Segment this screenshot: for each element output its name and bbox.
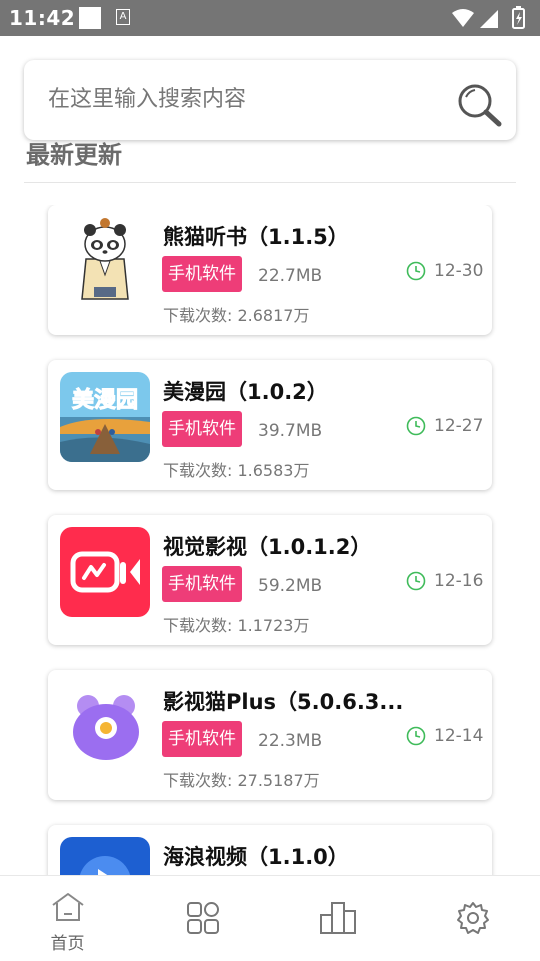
app-size: 22.3MB <box>258 731 323 751</box>
clock-icon <box>406 261 426 281</box>
category-badge: 手机软件 <box>162 256 242 292</box>
nav-settings[interactable] <box>405 876 540 961</box>
notification-a-icon: A <box>116 9 130 25</box>
clock-icon <box>406 416 426 436</box>
app-title[interactable]: 视觉影视（1.0.1.2） <box>163 531 413 561</box>
search-icon[interactable] <box>456 82 502 132</box>
app-card[interactable]: 熊猫听书（1.1.5） 手机软件 22.7MB 12-30 下载次数: 2.68… <box>48 205 492 335</box>
date-group: 12-16 <box>406 571 483 591</box>
status-icons <box>450 6 530 34</box>
ranking-icon <box>319 902 356 934</box>
app-date: 12-27 <box>434 416 484 436</box>
video-camera-app-icon <box>60 527 150 617</box>
play-app-icon <box>60 837 150 875</box>
app-title[interactable]: 熊猫听书（1.1.5） <box>163 221 413 251</box>
nav-home[interactable]: 首页 <box>0 876 135 961</box>
app-title[interactable]: 海浪视频（1.1.0） <box>163 841 413 871</box>
app-card[interactable]: 海浪视频（1.1.0） <box>48 825 492 875</box>
meimanyuan-app-icon: 美漫园 <box>60 372 150 462</box>
battery-icon <box>512 6 525 29</box>
nav-ranking[interactable] <box>270 876 405 961</box>
download-count: 下载次数: 27.5187万 <box>163 771 320 790</box>
clock-icon <box>406 726 426 746</box>
nav-categories[interactable] <box>135 876 270 961</box>
categories-icon <box>186 902 219 934</box>
app-list[interactable]: 熊猫听书（1.1.5） 手机软件 22.7MB 12-30 下载次数: 2.68… <box>0 205 540 875</box>
category-badge: 手机软件 <box>162 721 242 757</box>
date-group: 12-30 <box>406 261 483 281</box>
search-input[interactable] <box>48 87 428 112</box>
app-date: 12-16 <box>434 571 484 591</box>
app-size: 39.7MB <box>258 421 323 441</box>
category-badge: 手机软件 <box>162 411 242 447</box>
status-bar: 11:42 A <box>0 0 540 36</box>
panda-app-icon <box>60 217 150 307</box>
section-title: 最新更新 <box>26 141 122 169</box>
signal-icon <box>480 10 498 28</box>
app-card[interactable]: 视觉影视（1.0.1.2） 手机软件 59.2MB 12-16 下载次数: 1.… <box>48 515 492 645</box>
divider <box>24 182 516 183</box>
app-size: 22.7MB <box>258 266 323 286</box>
app-title[interactable]: 影视猫Plus（5.0.6.3... <box>163 686 413 716</box>
status-time: 11:42 <box>9 6 76 30</box>
app-size: 59.2MB <box>258 576 323 596</box>
date-group: 12-14 <box>406 726 483 746</box>
app-date: 12-14 <box>434 726 484 746</box>
notification-square-icon <box>79 7 101 29</box>
wifi-icon <box>452 9 474 27</box>
app-card[interactable]: 美漫园 美漫园（1.0.2） 手机软件 39.7MB 12-27 下载次数: 1… <box>48 360 492 490</box>
bottom-nav: 首页 <box>0 875 540 961</box>
home-icon <box>51 893 84 921</box>
app-date: 12-30 <box>434 261 484 281</box>
date-group: 12-27 <box>406 416 483 436</box>
app-card[interactable]: 影视猫Plus（5.0.6.3... 手机软件 22.3MB 12-14 下载次… <box>48 670 492 800</box>
cat-app-icon <box>60 682 150 772</box>
clock-icon <box>406 571 426 591</box>
download-count: 下载次数: 2.6817万 <box>163 306 310 325</box>
download-count: 下载次数: 1.6583万 <box>163 461 310 480</box>
nav-home-label: 首页 <box>50 934 85 954</box>
search-bar <box>24 60 516 140</box>
category-badge: 手机软件 <box>162 566 242 602</box>
download-count: 下载次数: 1.1723万 <box>163 616 310 635</box>
app-title[interactable]: 美漫园（1.0.2） <box>163 376 413 406</box>
settings-icon <box>456 902 489 934</box>
meimanyuan-icon-text: 美漫园 <box>72 387 138 413</box>
